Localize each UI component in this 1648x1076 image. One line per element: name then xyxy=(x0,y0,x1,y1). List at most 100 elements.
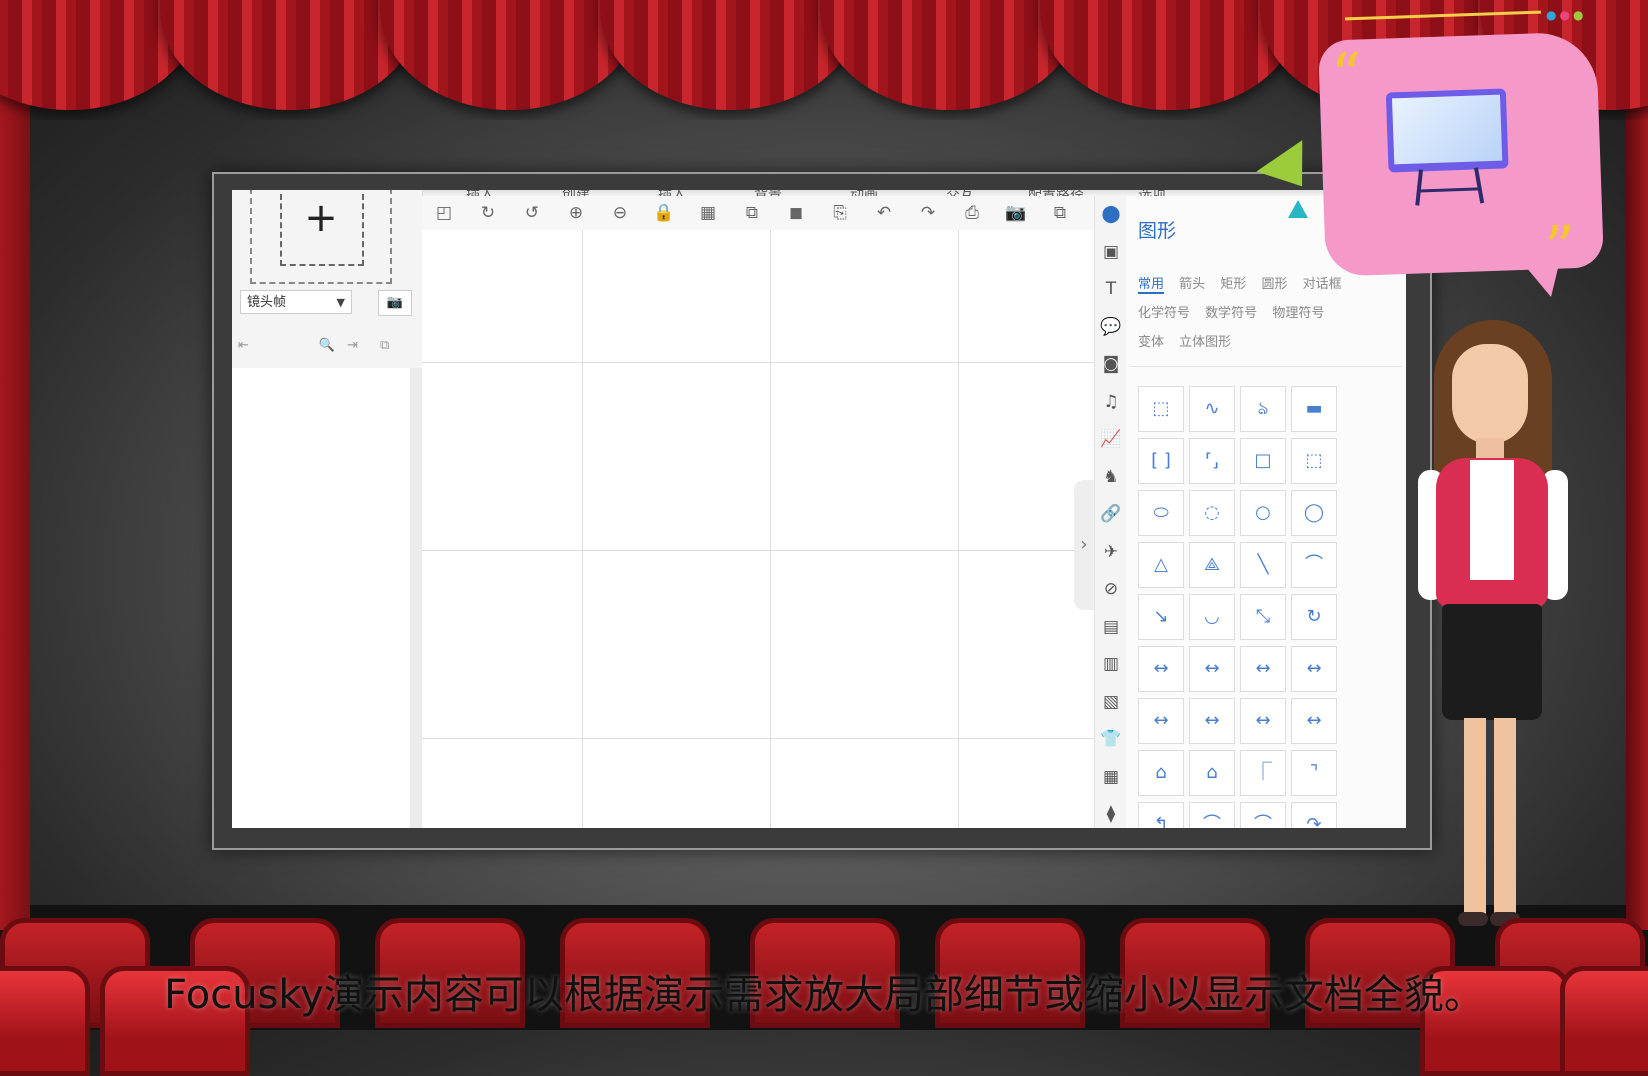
screenshot-icon[interactable]: 📷 xyxy=(994,203,1038,223)
character-icon[interactable]: ♞ xyxy=(1095,459,1127,497)
tab-physics[interactable]: 物理符号 xyxy=(1272,306,1324,321)
shape-option[interactable]: ◡ xyxy=(1189,594,1235,640)
redo-icon[interactable]: ↷ xyxy=(906,203,950,223)
shape-option[interactable]: ⬭ xyxy=(1138,490,1184,536)
shape-option[interactable]: ↷ xyxy=(1291,802,1337,828)
subtitle-caption: Focusky演示内容可以根据演示需求放大局部细节或缩小以显示文档全貌。 xyxy=(164,972,1484,1018)
shape-option[interactable]: ◯ xyxy=(1291,490,1337,536)
undo-icon[interactable]: ↶ xyxy=(862,203,906,223)
board-surface xyxy=(1392,94,1503,165)
presenter-leg xyxy=(1464,718,1486,918)
shape-option[interactable]: ↘ xyxy=(1138,594,1184,640)
undo-rotate-icon[interactable]: ↺ xyxy=(510,203,554,223)
music-icon[interactable]: ♫ xyxy=(1095,384,1127,422)
frame-list xyxy=(232,368,410,828)
presenter-skirt xyxy=(1442,604,1542,720)
shape-option[interactable]: ⌒ xyxy=(1240,802,1286,828)
layers-icon[interactable]: ⧫ xyxy=(1095,796,1127,828)
redo-rotate-icon[interactable]: ↻ xyxy=(466,203,510,223)
shape-option[interactable]: ↔ xyxy=(1189,646,1235,692)
lock-icon[interactable]: 🔒 xyxy=(642,203,686,223)
shape-option[interactable]: ▬ xyxy=(1291,386,1337,432)
chart-icon[interactable]: 📈 xyxy=(1095,421,1127,459)
camera-button[interactable]: 📷 xyxy=(378,290,412,316)
video-icon[interactable]: ◙ xyxy=(1095,346,1127,384)
speech-bubble: “ ” xyxy=(1317,31,1605,298)
compass-icon[interactable]: ⊘ xyxy=(1095,571,1127,609)
tab-3d-shapes[interactable]: 立体图形 xyxy=(1179,335,1231,350)
tab-rectangles[interactable]: 矩形 xyxy=(1220,277,1246,292)
presenter-face xyxy=(1452,344,1528,444)
shape-option[interactable]: ঌ xyxy=(1240,386,1286,432)
window-icon[interactable]: ⧉ xyxy=(1038,203,1082,223)
shape-option[interactable]: ⌂ xyxy=(1138,750,1184,796)
layout-icon[interactable]: ▦ xyxy=(1095,759,1127,797)
shape-option[interactable]: ⌝ xyxy=(1291,750,1337,796)
shape-option[interactable]: ⌒ xyxy=(1291,542,1337,588)
decorative-dots: ●●● xyxy=(1546,8,1587,22)
editing-canvas[interactable] xyxy=(422,230,1094,828)
shape-option[interactable]: ⌒ xyxy=(1189,802,1235,828)
paste-icon[interactable]: ⎘ xyxy=(818,203,862,223)
shape-option[interactable]: ↔ xyxy=(1291,646,1337,692)
shape-option[interactable]: ↔ xyxy=(1291,698,1337,744)
add-frame-button[interactable]: + xyxy=(250,190,392,284)
text-icon[interactable]: T xyxy=(1095,271,1127,309)
frame-list-scrollbar[interactable] xyxy=(410,368,422,828)
tab-chemistry[interactable]: 化学符号 xyxy=(1138,306,1190,321)
copy-icon[interactable]: ◼ xyxy=(774,203,818,223)
tab-variants[interactable]: 变体 xyxy=(1138,335,1164,350)
tab-dialogs[interactable]: 对话框 xyxy=(1303,277,1342,292)
copy-icon[interactable]: ⧉ xyxy=(380,338,389,353)
gallery-icon[interactable]: ▥ xyxy=(1095,646,1127,684)
image-icon[interactable]: ▣ xyxy=(1095,234,1127,272)
shape-option[interactable]: ↔ xyxy=(1240,646,1286,692)
expand-right-icon[interactable]: ⇥ xyxy=(347,338,358,353)
speech-bubble-icon[interactable]: 💬 xyxy=(1095,309,1127,347)
plane-icon[interactable]: ✈ xyxy=(1095,534,1127,572)
shape-option[interactable]: ⬚ xyxy=(1138,386,1184,432)
shape-option[interactable]: [ ] xyxy=(1138,438,1184,484)
shape-option[interactable]: ⌂ xyxy=(1189,750,1235,796)
tab-arrows[interactable]: 箭头 xyxy=(1179,277,1205,292)
search-icon[interactable]: 🔍 xyxy=(319,338,335,353)
shape-option[interactable]: ○ xyxy=(1240,490,1286,536)
shape-option[interactable]: ⎾ xyxy=(1240,750,1286,796)
shape-option[interactable]: ⸢⸥ xyxy=(1189,438,1235,484)
shape-option[interactable]: □ xyxy=(1240,438,1286,484)
link-icon[interactable]: 🔗 xyxy=(1095,496,1127,534)
shape-option[interactable]: ⟁ xyxy=(1189,542,1235,588)
shape-option[interactable]: ↻ xyxy=(1291,594,1337,640)
layers-icon[interactable]: ⧉ xyxy=(730,203,774,223)
shape-option[interactable]: ∿ xyxy=(1189,386,1235,432)
tab-common[interactable]: 常用 xyxy=(1138,277,1165,294)
divider xyxy=(1130,366,1402,367)
shape-option[interactable]: ↔ xyxy=(1138,698,1184,744)
shape-option[interactable]: ⤡ xyxy=(1240,594,1286,640)
grid-icon[interactable]: ▦ xyxy=(686,203,730,223)
tab-circles[interactable]: 圆形 xyxy=(1261,277,1287,292)
easel-leg xyxy=(1415,169,1424,206)
format-icon[interactable]: ◰ xyxy=(422,203,466,223)
zoom-out-icon[interactable]: ⊖ xyxy=(598,203,642,223)
grid-line xyxy=(422,738,1094,739)
tab-math[interactable]: 数学符号 xyxy=(1205,306,1257,321)
shape-option[interactable]: ╲ xyxy=(1240,542,1286,588)
shirt-icon[interactable]: 👕 xyxy=(1095,721,1127,759)
collapse-left-icon[interactable]: ⇤ xyxy=(238,338,249,353)
presenter-character xyxy=(1418,320,1568,930)
print-icon[interactable]: ⎙ xyxy=(950,203,994,223)
shape-option[interactable]: ↔ xyxy=(1138,646,1184,692)
widget-icon[interactable]: ▧ xyxy=(1095,684,1127,722)
shape-option[interactable]: ↰ xyxy=(1138,802,1184,828)
zoom-in-icon[interactable]: ⊕ xyxy=(554,203,598,223)
shape-option[interactable]: ◌ xyxy=(1189,490,1235,536)
shape-option[interactable]: ⬚ xyxy=(1291,438,1337,484)
shape-icon[interactable]: ⬤ xyxy=(1095,196,1127,234)
collapse-panel-button[interactable]: › xyxy=(1074,480,1094,610)
shape-option[interactable]: ↔ xyxy=(1189,698,1235,744)
table-icon[interactable]: ▤ xyxy=(1095,609,1127,647)
shape-option[interactable]: ↔ xyxy=(1240,698,1286,744)
shape-option[interactable]: △ xyxy=(1138,542,1184,588)
frame-type-select[interactable]: 镜头帧 ▼ xyxy=(240,290,352,314)
